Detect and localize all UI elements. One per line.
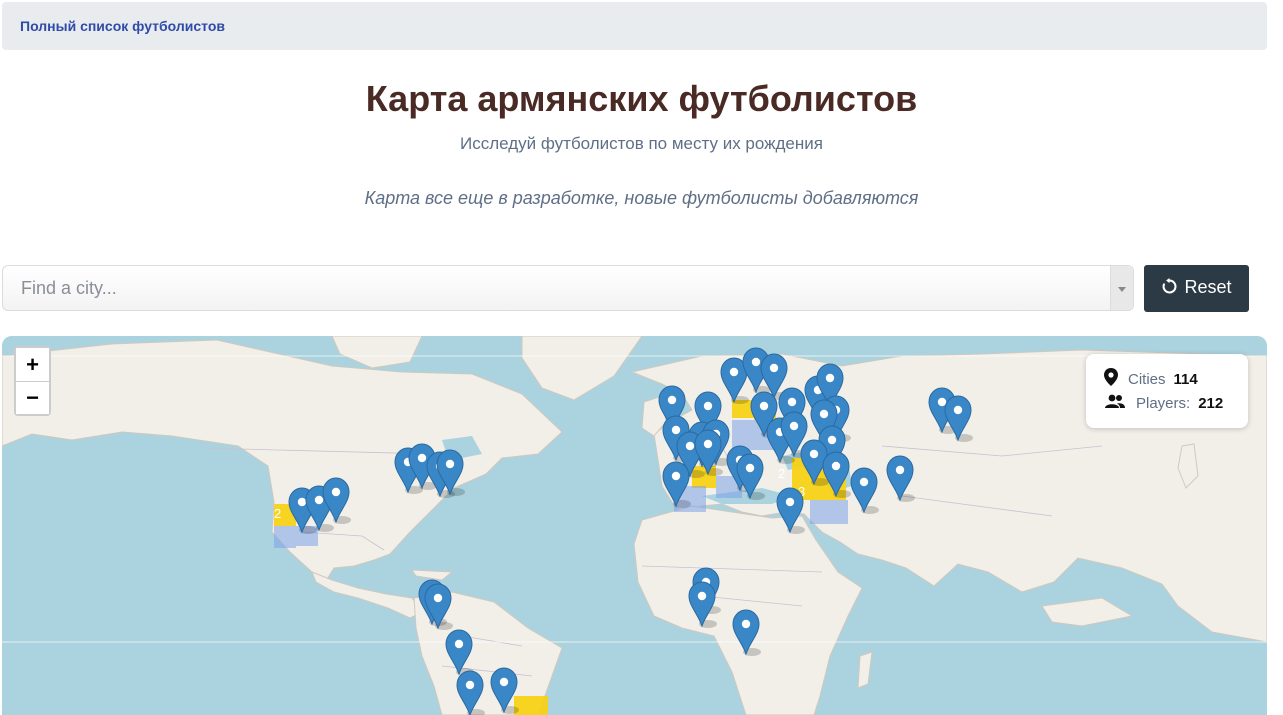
- location-pin-icon: [1104, 368, 1118, 390]
- heat-cell: [274, 526, 296, 548]
- zoom-in-button[interactable]: +: [16, 348, 49, 381]
- world-map[interactable]: 223 + − Cities 114 Players: 212: [2, 336, 1267, 715]
- reset-label: Reset: [1184, 277, 1232, 297]
- players-stat: Players: 212: [1104, 394, 1223, 412]
- page-subtitle: Исследуй футболистов по месту их рождени…: [460, 134, 823, 153]
- people-icon: [1104, 394, 1126, 412]
- map-tiles[interactable]: 223: [2, 336, 1267, 715]
- zoom-control: + −: [14, 346, 51, 416]
- city-search-select[interactable]: [2, 265, 1134, 311]
- cities-value: 114: [1173, 370, 1198, 388]
- heat-cell: [810, 500, 848, 524]
- players-label: Players:: [1136, 394, 1191, 412]
- cluster-count-label: 2: [274, 506, 281, 521]
- page-title: Карта армянских футболистов: [365, 78, 918, 119]
- cluster-count-label: 2: [778, 466, 785, 481]
- development-note: Карта все еще в разработке, новые футбол…: [364, 188, 919, 208]
- stats-panel: Cities 114 Players: 212: [1086, 354, 1248, 428]
- dropdown-arrow-icon[interactable]: [1110, 266, 1133, 310]
- players-value: 212: [1198, 394, 1224, 412]
- reset-icon: [1161, 278, 1178, 300]
- zoom-out-button[interactable]: −: [16, 381, 49, 414]
- reset-button[interactable]: Reset: [1144, 265, 1249, 312]
- full-players-list-link[interactable]: Полный список футболистов: [20, 18, 225, 34]
- cities-stat: Cities 114: [1104, 368, 1198, 390]
- cities-label: Cities: [1128, 370, 1166, 388]
- city-search-input[interactable]: [3, 266, 1103, 310]
- top-nav-bar: Полный список футболистов: [2, 2, 1267, 50]
- heat-cell: [514, 696, 548, 715]
